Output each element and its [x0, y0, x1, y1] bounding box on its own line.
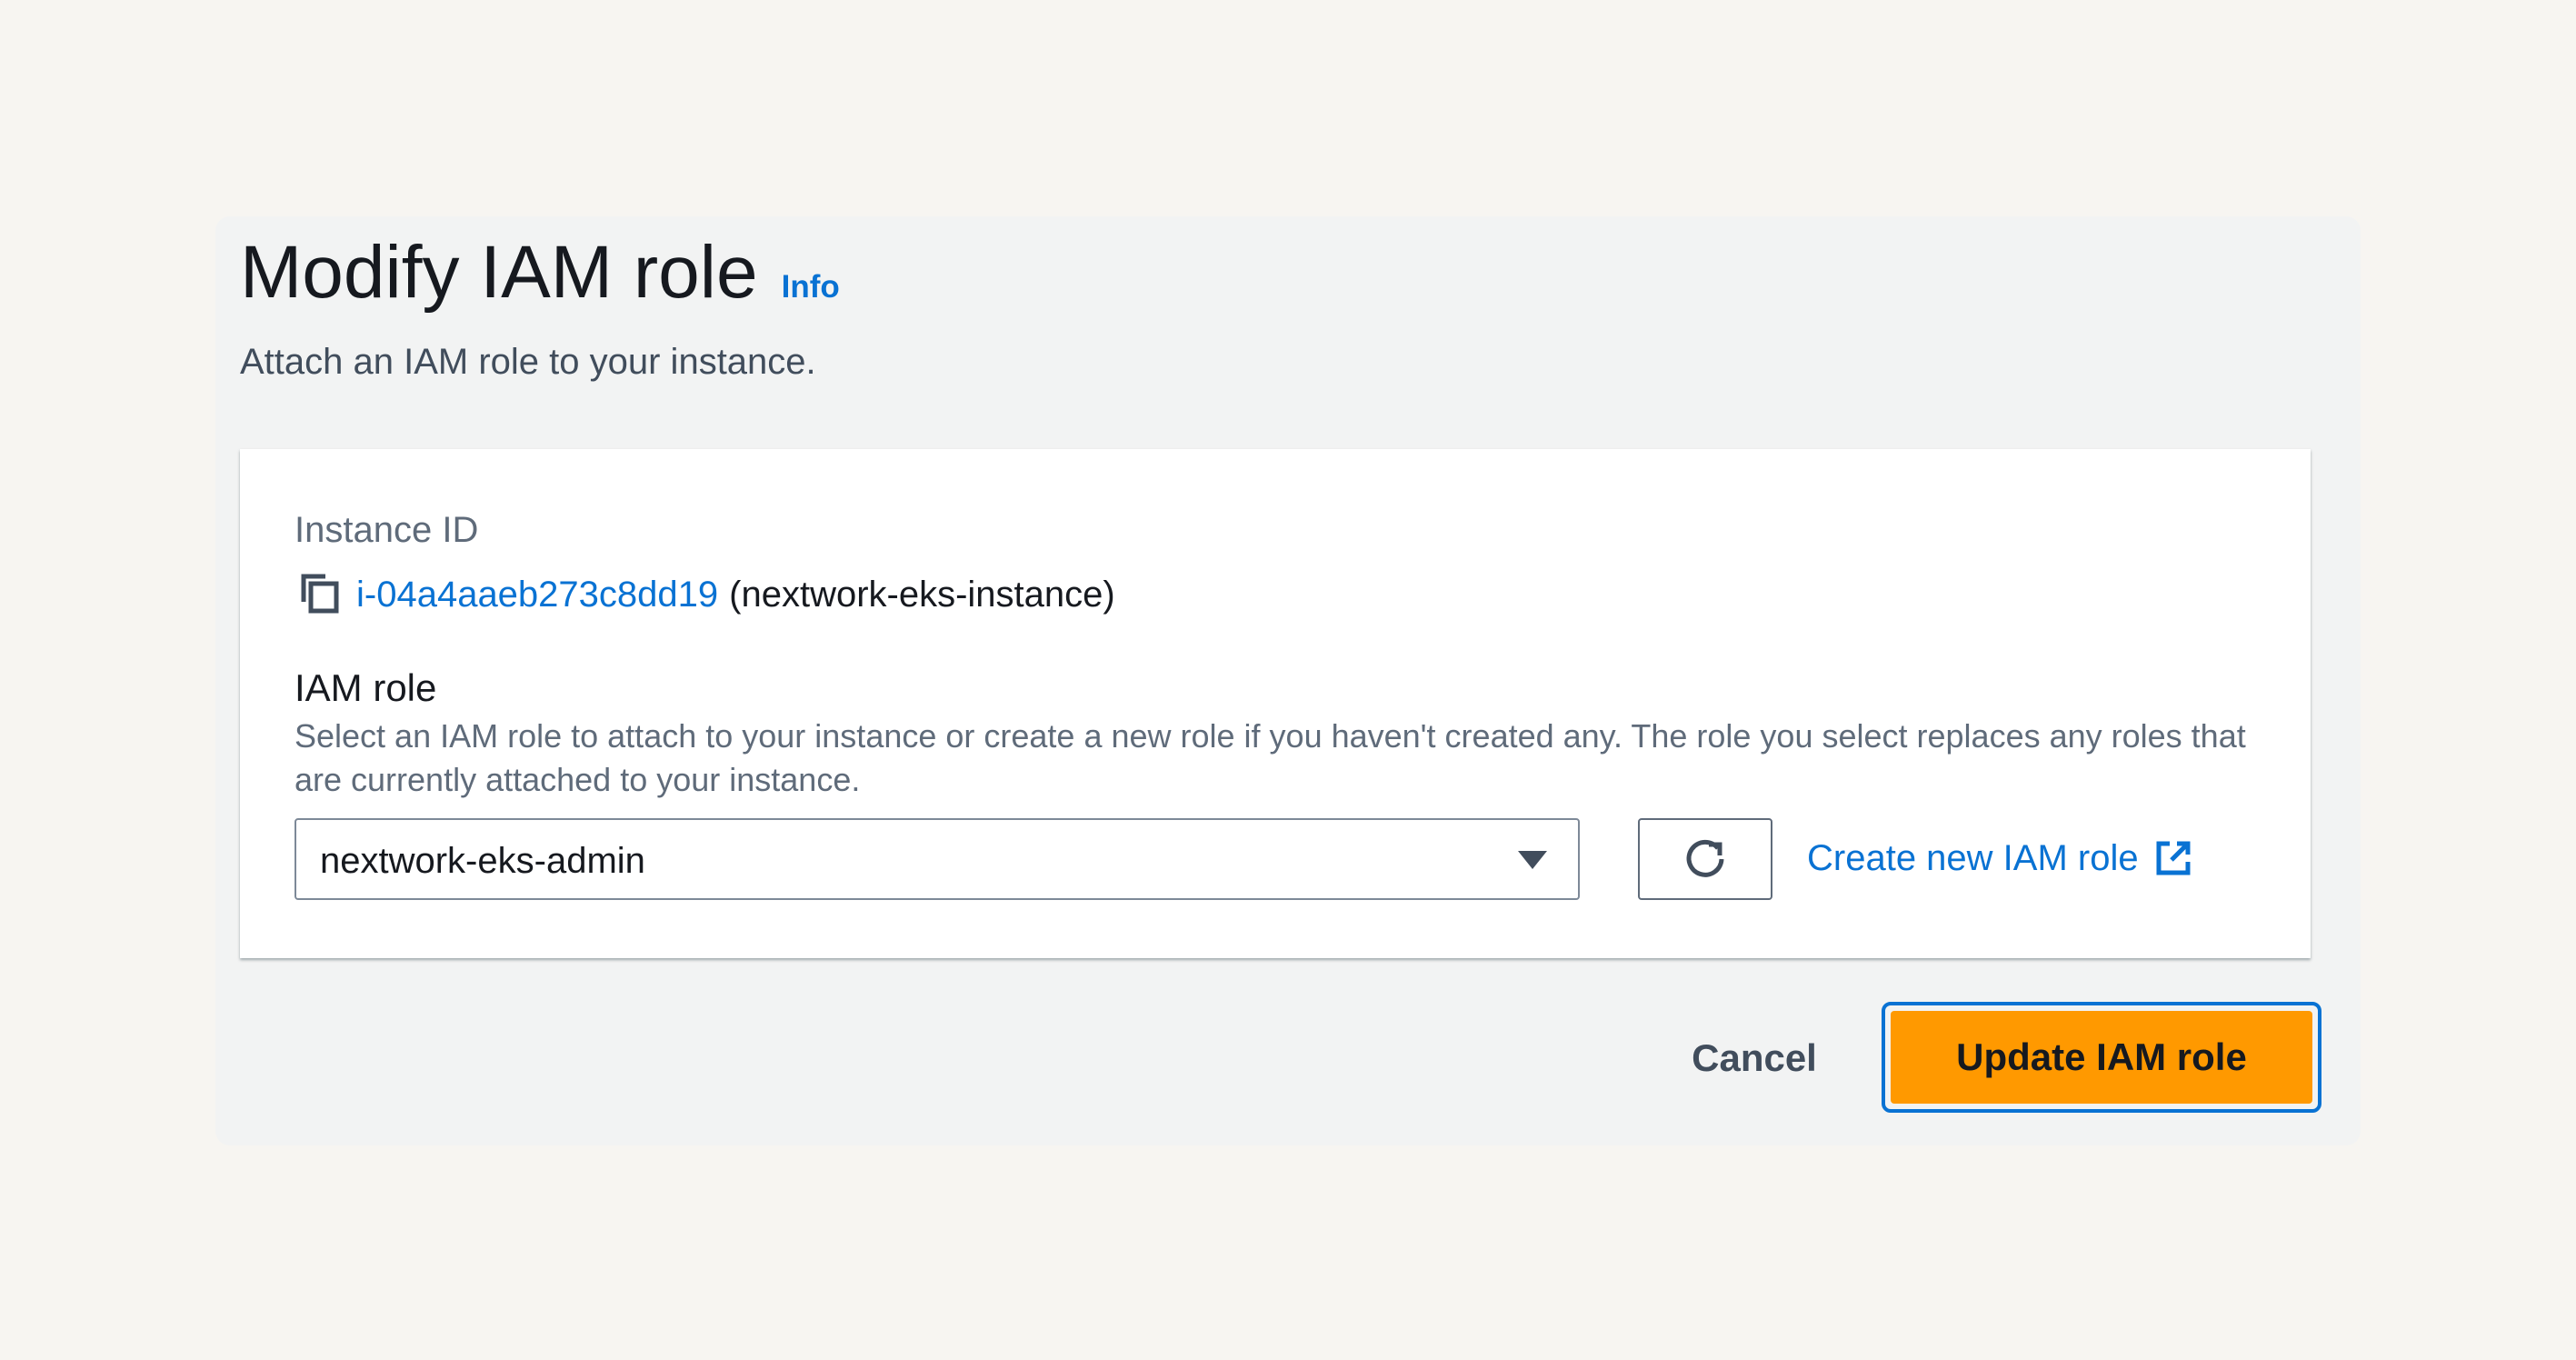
refresh-icon [1686, 839, 1724, 877]
update-iam-role-label: Update IAM role [1891, 1011, 2312, 1104]
page-title: Modify IAM role [240, 231, 758, 314]
page-title-row: Modify IAM role Info [240, 229, 840, 331]
form-card: Instance ID i-04a4aaeb273c8dd19 (nextwor… [240, 449, 2311, 958]
cancel-button[interactable]: Cancel [1665, 1024, 1843, 1093]
iam-role-select-value: nextwork-eks-admin [320, 841, 645, 881]
instance-id-row: i-04a4aaeb273c8dd19 (nextwork-eks-instan… [295, 569, 1115, 620]
iam-role-description: Select an IAM role to attach to your ins… [295, 717, 2246, 798]
external-link-icon [2153, 838, 2193, 878]
instance-id-link[interactable]: i-04a4aaeb273c8dd19 [356, 572, 718, 617]
info-link[interactable]: Info [782, 244, 840, 331]
refresh-button[interactable] [1638, 818, 1772, 900]
iam-role-select[interactable]: nextwork-eks-admin [295, 818, 1580, 900]
copy-icon[interactable] [295, 569, 345, 620]
update-iam-role-button[interactable]: Update IAM role [1882, 1002, 2321, 1113]
iam-role-label: IAM role [295, 666, 437, 709]
caret-down-icon [1518, 851, 1547, 869]
create-new-iam-role-link[interactable]: Create new IAM role [1807, 835, 2193, 882]
page-subtitle: Attach an IAM role to your instance. [240, 342, 816, 382]
instance-name: (nextwork-eks-instance) [729, 575, 1115, 615]
create-new-iam-role-label: Create new IAM role [1807, 838, 2139, 878]
instance-id-label: Instance ID [295, 510, 479, 550]
